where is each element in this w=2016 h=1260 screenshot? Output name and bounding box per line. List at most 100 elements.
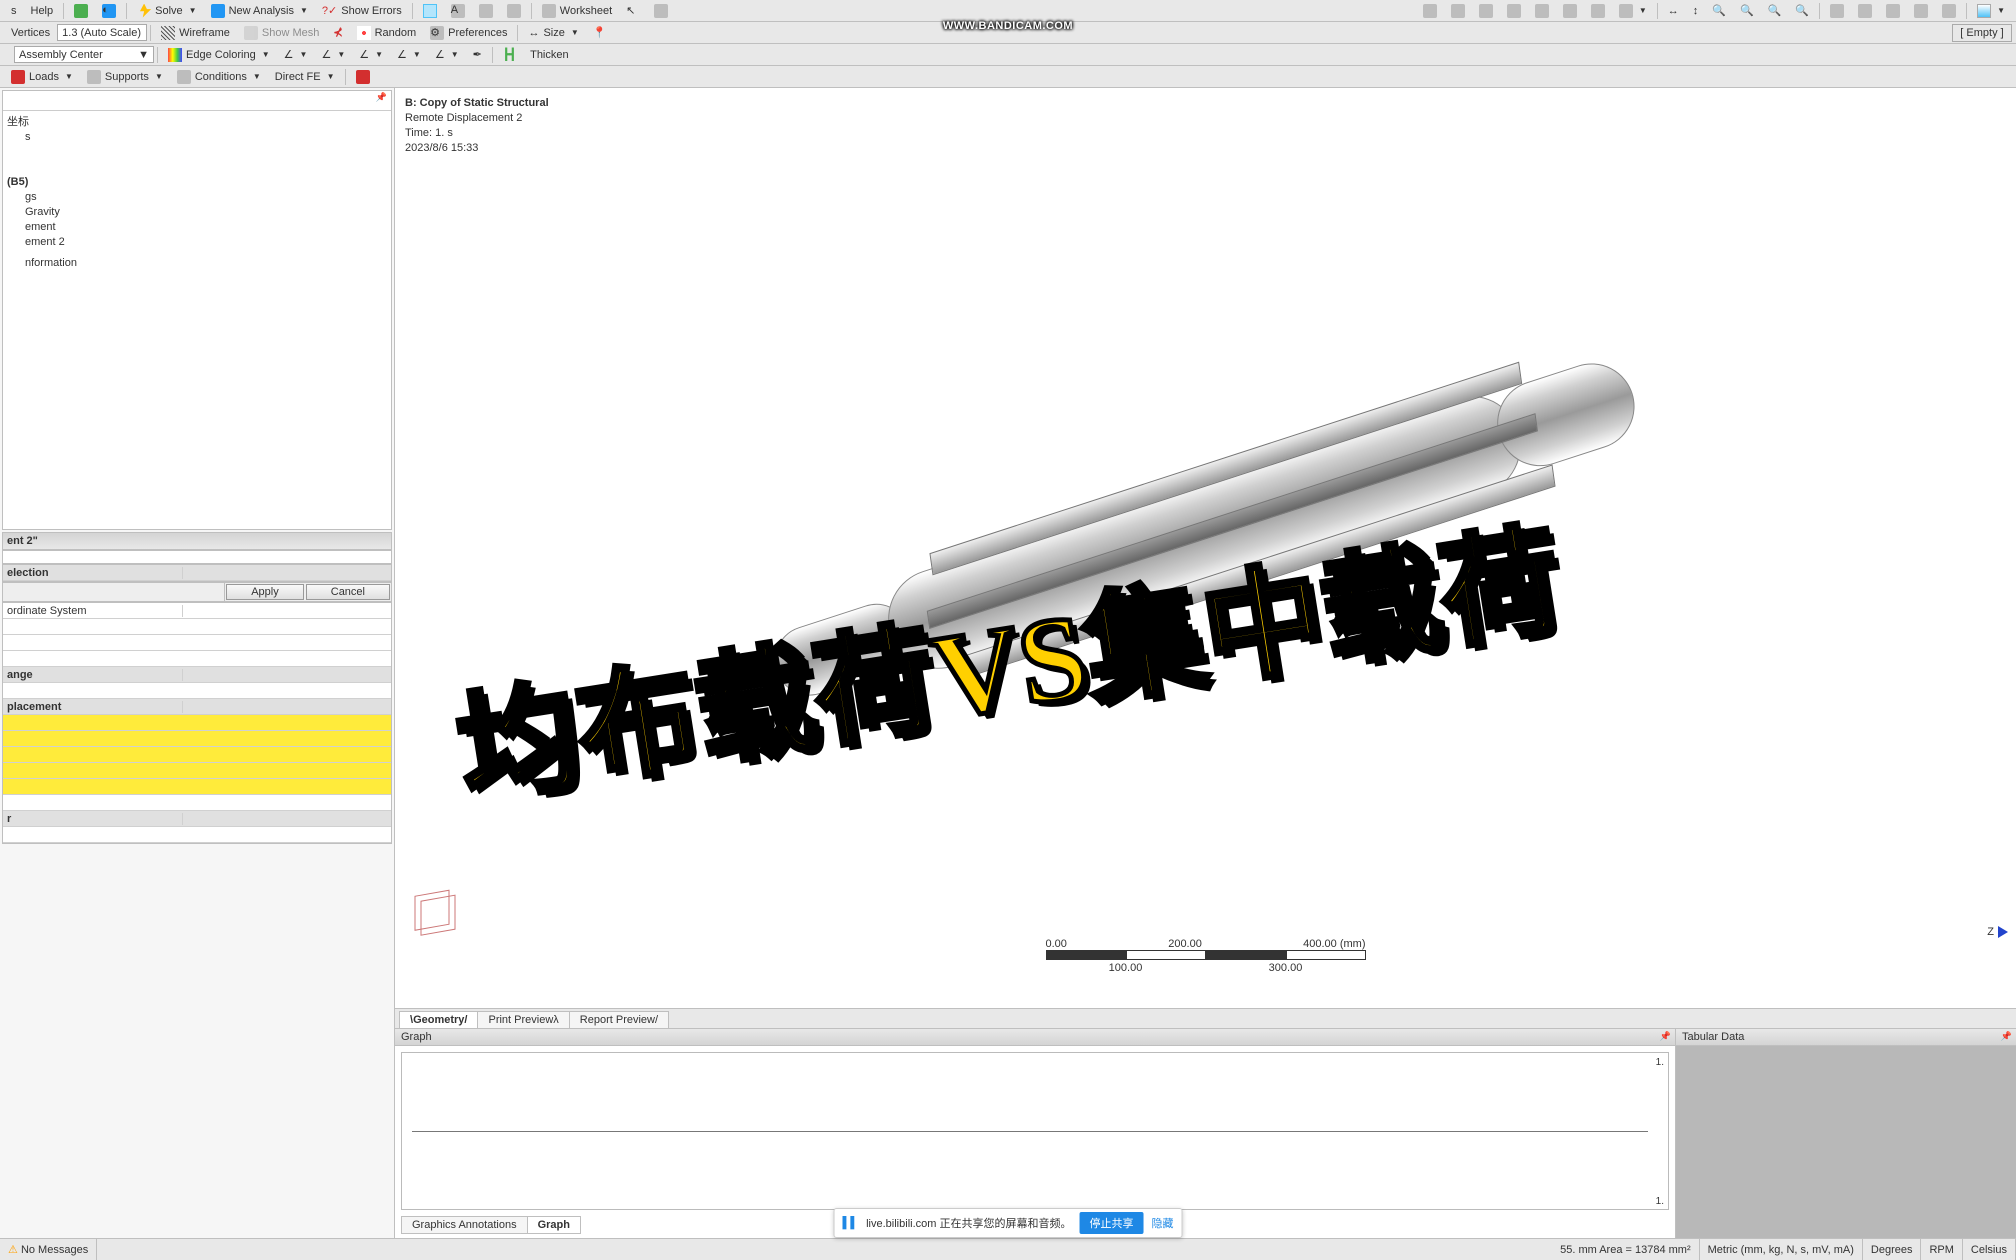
- triad-icon[interactable]: [405, 888, 465, 948]
- nav-icon-1[interactable]: ↔: [1661, 2, 1686, 20]
- loads-button[interactable]: Loads▼: [4, 68, 80, 86]
- edge-icon-1[interactable]: ∠▼: [277, 46, 315, 64]
- graph-body[interactable]: 1. 1.: [401, 1052, 1669, 1210]
- icon-btn-a4[interactable]: [500, 2, 528, 20]
- random-button[interactable]: Random: [350, 24, 424, 42]
- tree-node[interactable]: ement: [7, 220, 387, 235]
- outline-tree[interactable]: 坐标 s (B5) gs Gravity ement ement 2 nform…: [3, 111, 391, 275]
- size-button[interactable]: ↔ Size▼: [521, 24, 585, 42]
- stop-sharing-button[interactable]: 停止共享: [1079, 1212, 1143, 1234]
- direct-fe-button[interactable]: Direct FE▼: [268, 68, 342, 86]
- zoom-window-icon[interactable]: 🔍: [1788, 2, 1816, 20]
- edge-coloring-button[interactable]: Edge Coloring▼: [161, 46, 277, 64]
- view-icon-6[interactable]: [1556, 2, 1584, 20]
- status-celsius[interactable]: Celsius: [1963, 1239, 2016, 1260]
- nav-icon-2[interactable]: ↕: [1686, 2, 1706, 20]
- vertices-button[interactable]: Vertices: [4, 24, 57, 42]
- apply-button[interactable]: Apply: [226, 584, 304, 600]
- snapshot-icon[interactable]: [1935, 2, 1963, 20]
- tree-node[interactable]: ement 2: [7, 235, 387, 250]
- detail-row-highlight[interactable]: [3, 747, 391, 763]
- hide-share-button[interactable]: 隐藏: [1151, 1215, 1173, 1231]
- tree-node[interactable]: nformation: [7, 256, 387, 271]
- cancel-button[interactable]: Cancel: [306, 584, 390, 600]
- new-analysis-button[interactable]: New Analysis▼: [204, 2, 315, 20]
- h-icon[interactable]: ┣┫: [496, 46, 523, 64]
- zoom-fit-icon[interactable]: 🔍: [1761, 2, 1789, 20]
- loc-icon[interactable]: 📍: [586, 24, 614, 42]
- autoscale-combo[interactable]: 1.3 (Auto Scale): [57, 24, 147, 41]
- icon-btn-a1[interactable]: [416, 2, 444, 20]
- detail-row-highlight[interactable]: [3, 715, 391, 731]
- empty-slot[interactable]: [ Empty ]: [1952, 24, 2012, 42]
- edge-icon-4[interactable]: ∠▼: [390, 46, 428, 64]
- view-icon-4[interactable]: [1500, 2, 1528, 20]
- view-icon-5[interactable]: [1528, 2, 1556, 20]
- view-icon-2[interactable]: [1444, 2, 1472, 20]
- tree-node[interactable]: s: [7, 130, 387, 145]
- panel-pin-icon[interactable]: 📌: [376, 92, 387, 103]
- tabular-data-panel: Tabular Data 📌: [1676, 1029, 2016, 1238]
- details-grid: election: [2, 564, 392, 582]
- view-top-icon[interactable]: [1907, 2, 1935, 20]
- tree-node[interactable]: Gravity: [7, 205, 387, 220]
- view-icon-7[interactable]: [1584, 2, 1612, 20]
- tree-node[interactable]: 坐标: [7, 115, 387, 130]
- wireframe-button[interactable]: Wireframe: [154, 24, 237, 42]
- view-icon-3[interactable]: [1472, 2, 1500, 20]
- tab-graph[interactable]: Graph: [527, 1216, 581, 1234]
- stop-icon[interactable]: ◐: [95, 2, 123, 20]
- show-errors-button[interactable]: ?✓Show Errors: [315, 2, 409, 20]
- icon-btn-ws1[interactable]: ↖: [619, 2, 647, 20]
- view-side-icon[interactable]: [1879, 2, 1907, 20]
- status-messages[interactable]: ⚠ No Messages: [0, 1239, 97, 1260]
- view-front-icon[interactable]: [1851, 2, 1879, 20]
- view-icon-8[interactable]: ▼: [1612, 2, 1654, 20]
- toolbar-4: Loads▼ Supports▼ Conditions▼ Direct FE▼: [0, 66, 2016, 88]
- view-iso-icon[interactable]: [1823, 2, 1851, 20]
- status-units[interactable]: Metric (mm, kg, N, s, mV, mA): [1700, 1239, 1863, 1260]
- worksheet-button[interactable]: Worksheet: [535, 2, 619, 20]
- tab-print-preview[interactable]: Print Previewλ: [477, 1011, 569, 1028]
- edge-icon-5[interactable]: ∠▼: [428, 46, 466, 64]
- assembly-center-combo[interactable]: Assembly Center▼: [14, 46, 154, 63]
- probe-icon[interactable]: ✒: [466, 46, 489, 64]
- icon-btn-a3[interactable]: [472, 2, 500, 20]
- view-icon-1[interactable]: [1416, 2, 1444, 20]
- tab-geometry[interactable]: \Geometry/: [399, 1011, 478, 1028]
- thicken-button[interactable]: Thicken: [523, 46, 576, 64]
- k-icon[interactable]: ⊀: [326, 24, 349, 42]
- graph-header: Graph 📌: [395, 1029, 1675, 1046]
- menu-help[interactable]: Help: [24, 2, 61, 20]
- zoom-in-icon[interactable]: 🔍: [1705, 2, 1733, 20]
- 3d-viewport[interactable]: B: Copy of Static Structural Remote Disp…: [395, 88, 2016, 1008]
- detail-row-highlight[interactable]: [3, 779, 391, 795]
- viewport-tabs: \Geometry/ Print Previewλ Report Preview…: [395, 1008, 2016, 1028]
- tree-node[interactable]: gs: [7, 190, 387, 205]
- edge-icon-3[interactable]: ∠▼: [352, 46, 390, 64]
- tab-graphics-annotations[interactable]: Graphics Annotations: [401, 1216, 528, 1234]
- tab-report-preview[interactable]: Report Preview/: [569, 1011, 669, 1028]
- detail-row-highlight[interactable]: [3, 763, 391, 779]
- icon-btn-a2[interactable]: A: [444, 2, 472, 20]
- conditions-button[interactable]: Conditions▼: [170, 68, 268, 86]
- view-panel-icon[interactable]: ▼: [1970, 2, 2012, 20]
- tree-node[interactable]: (B5): [7, 175, 387, 190]
- detail-row-highlight[interactable]: [3, 731, 391, 747]
- supports-button[interactable]: Supports▼: [80, 68, 170, 86]
- icon-btn-ws2[interactable]: [647, 2, 675, 20]
- flag-icon[interactable]: [349, 68, 377, 86]
- menu-s[interactable]: s: [4, 2, 24, 20]
- pin-icon[interactable]: 📌: [2001, 1031, 2012, 1042]
- status-degrees[interactable]: Degrees: [1863, 1239, 1922, 1260]
- refresh-icon[interactable]: [67, 2, 95, 20]
- pin-icon[interactable]: 📌: [1660, 1031, 1671, 1042]
- status-rpm[interactable]: RPM: [1921, 1239, 1962, 1260]
- solve-button[interactable]: Solve▼: [130, 2, 203, 20]
- range-section: ange: [3, 669, 183, 681]
- show-mesh-button[interactable]: Show Mesh: [237, 24, 326, 42]
- preferences-button[interactable]: ⚙Preferences: [423, 24, 514, 42]
- zoom-out-icon[interactable]: 🔍: [1733, 2, 1761, 20]
- edge-icon-2[interactable]: ∠▼: [314, 46, 352, 64]
- scale-bar: 0.00 200.00 400.00 (mm) 100.00 300.00: [1046, 938, 1366, 974]
